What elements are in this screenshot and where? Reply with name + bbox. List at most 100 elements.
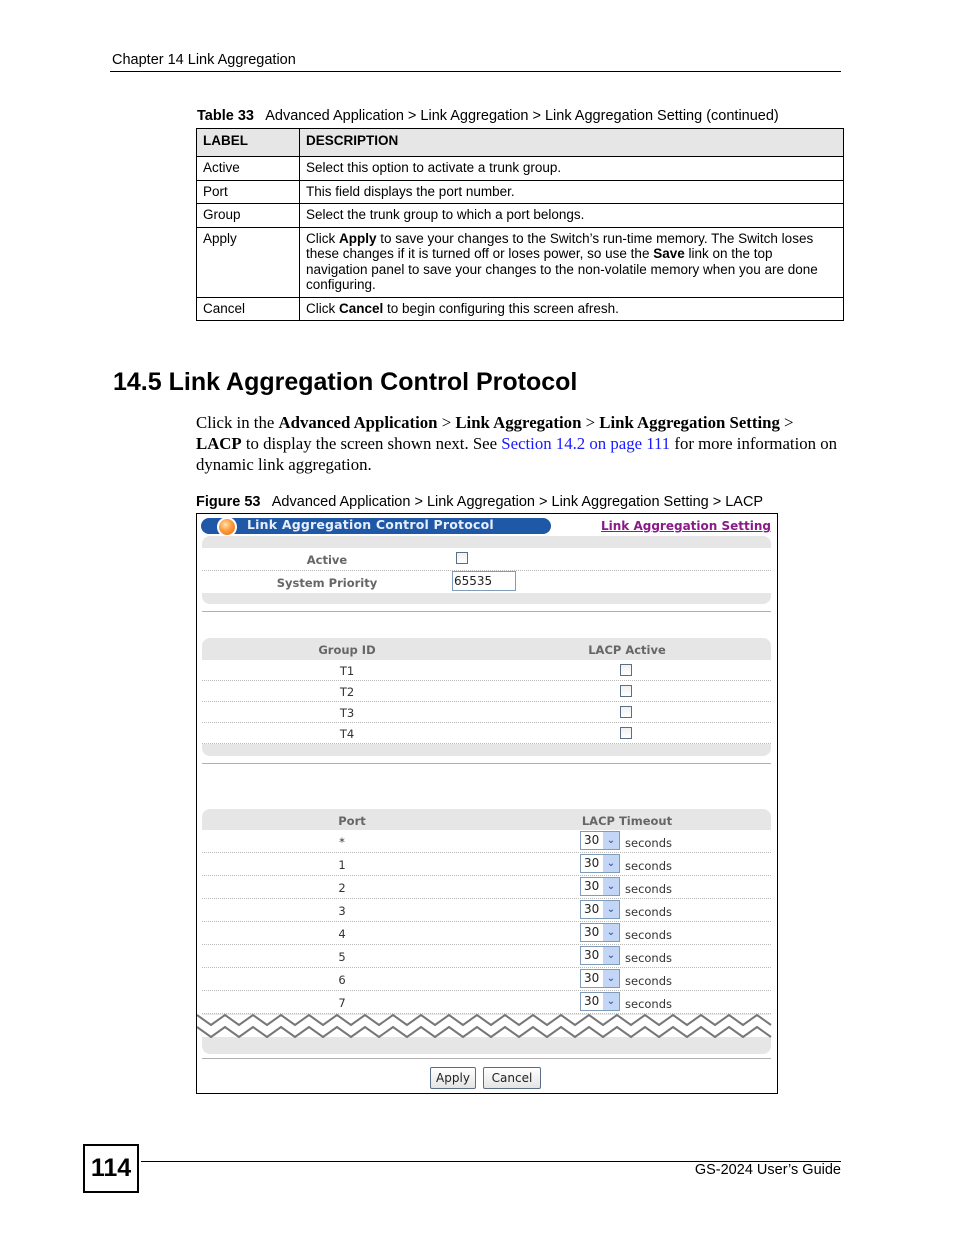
header-rule (110, 71, 841, 72)
menu-path-link-aggregation: Link Aggregation (455, 413, 582, 432)
table-row: Group Select the trunk group to which a p… (196, 203, 844, 228)
group-panel: Group ID LACP Active T1 T2 T3 T4 (202, 638, 771, 756)
group-id: T4 (339, 727, 355, 741)
group-row: T3 (202, 702, 771, 723)
timeout-unit: seconds (625, 905, 673, 919)
lacp-timeout-select[interactable]: 30 ⌄ (580, 900, 620, 919)
row-description: Click Cancel to begin configuring this s… (299, 296, 844, 321)
cancel-button[interactable]: Cancel (483, 1067, 541, 1089)
port-row: * 30 ⌄ seconds (202, 830, 771, 853)
lacp-timeout-select[interactable]: 30 ⌄ (580, 946, 620, 965)
lacp-timeout-select[interactable]: 30 ⌄ (580, 831, 620, 850)
table-row: Cancel Click Cancel to begin configuring … (196, 296, 844, 321)
row-description: This field displays the port number. (299, 179, 844, 204)
lacp-active-checkbox[interactable] (620, 727, 632, 739)
menu-path-advanced-application: Advanced Application (278, 413, 438, 432)
table-row: Port This field displays the port number. (196, 179, 844, 204)
column-header-port: Port (338, 814, 366, 828)
row-description: Select this option to activate a trunk g… (299, 156, 844, 181)
port-row: 4 30 ⌄ seconds (202, 922, 771, 945)
lacp-active-checkbox[interactable] (620, 706, 632, 718)
port-number: 2 (338, 881, 346, 895)
chevron-down-icon[interactable]: ⌄ (603, 924, 619, 941)
bold-term: Apply (339, 230, 377, 246)
timeout-unit: seconds (625, 974, 673, 988)
row-label: Active (196, 156, 300, 181)
bold-term: Save (653, 246, 685, 261)
bold-term: Cancel (339, 300, 384, 316)
orb-icon (217, 517, 237, 537)
apply-button[interactable]: Apply (430, 1067, 476, 1089)
group-id: T2 (339, 685, 355, 699)
column-header-lacp-timeout: LACP Timeout (581, 814, 673, 828)
figure-caption: Figure 53 Advanced Application > Link Ag… (196, 494, 763, 510)
table-row: Active Select this option to activate a t… (196, 156, 844, 181)
text: Click (306, 230, 339, 246)
running-header: Chapter 14 Link Aggregation (112, 52, 296, 68)
description-table: LABEL DESCRIPTION Active Select this opti… (196, 128, 844, 321)
chevron-down-icon[interactable]: ⌄ (603, 901, 619, 918)
port-row: 1 30 ⌄ seconds (202, 853, 771, 876)
active-checkbox[interactable] (456, 552, 468, 564)
group-row: T2 (202, 681, 771, 702)
port-number: 3 (338, 904, 346, 918)
timeout-unit: seconds (625, 882, 673, 896)
port-number: 1 (338, 858, 346, 872)
timeout-unit: seconds (625, 859, 673, 873)
general-settings-panel: Active System Priority (202, 536, 771, 604)
text: > (779, 413, 794, 432)
divider (202, 1058, 771, 1059)
lacp-active-checkbox[interactable] (620, 664, 632, 676)
group-row: T4 (202, 723, 771, 744)
text: Click in the (196, 413, 279, 432)
chevron-down-icon[interactable]: ⌄ (603, 993, 619, 1010)
port-number: 5 (338, 950, 346, 964)
menu-path-lacp: LACP (196, 434, 242, 453)
section-cross-reference-link[interactable]: Section 14.2 on page 111 (501, 434, 670, 453)
lacp-timeout-select[interactable]: 30 ⌄ (580, 877, 620, 896)
port-row: 6 30 ⌄ seconds (202, 968, 771, 991)
row-label: Cancel (196, 296, 300, 321)
lacp-timeout-value: 30 (584, 879, 600, 893)
menu-path-link-aggregation-setting: Link Aggregation Setting (599, 413, 780, 432)
lacp-timeout-value: 30 (584, 902, 600, 916)
lacp-timeout-value: 30 (584, 833, 600, 847)
system-priority-input[interactable] (452, 571, 516, 591)
timeout-unit: seconds (625, 836, 673, 850)
screen-title: Link Aggregation Control Protocol (247, 517, 494, 532)
group-row: T1 (202, 660, 771, 681)
timeout-unit: seconds (625, 951, 673, 965)
page-number: 114 (83, 1144, 139, 1193)
port-number: * (339, 835, 345, 849)
lacp-screenshot: Link Aggregation Control Protocol Link A… (196, 513, 778, 1094)
chevron-down-icon[interactable]: ⌄ (603, 832, 619, 849)
system-priority-row: System Priority (202, 571, 771, 593)
table-header-row: LABEL DESCRIPTION (196, 128, 844, 157)
page-break-zigzag (197, 1013, 777, 1039)
lacp-timeout-value: 30 (584, 971, 600, 985)
chevron-down-icon[interactable]: ⌄ (603, 970, 619, 987)
chevron-down-icon[interactable]: ⌄ (603, 855, 619, 872)
column-header-label: LABEL (196, 128, 300, 157)
active-row: Active (202, 548, 771, 571)
group-id: T3 (339, 706, 355, 720)
table-caption: Table 33 Advanced Application > Link Agg… (197, 108, 779, 124)
text: to display the screen shown next. See (241, 434, 502, 453)
chevron-down-icon[interactable]: ⌄ (603, 947, 619, 964)
lacp-timeout-value: 30 (584, 856, 600, 870)
lacp-timeout-select[interactable]: 30 ⌄ (580, 969, 620, 988)
port-number: 6 (338, 973, 346, 987)
divider (202, 611, 771, 612)
chevron-down-icon[interactable]: ⌄ (603, 878, 619, 895)
divider (202, 763, 771, 764)
lacp-timeout-select[interactable]: 30 ⌄ (580, 923, 620, 942)
link-aggregation-setting-link[interactable]: Link Aggregation Setting (601, 519, 771, 533)
figure-caption-text: Advanced Application > Link Aggregation … (271, 494, 764, 510)
group-id: T1 (339, 664, 355, 678)
port-row: 5 30 ⌄ seconds (202, 945, 771, 968)
lacp-timeout-select[interactable]: 30 ⌄ (580, 854, 620, 873)
lacp-active-checkbox[interactable] (620, 685, 632, 697)
row-label: Apply (196, 226, 300, 298)
text: Click (306, 300, 339, 316)
port-number: 7 (338, 996, 346, 1010)
